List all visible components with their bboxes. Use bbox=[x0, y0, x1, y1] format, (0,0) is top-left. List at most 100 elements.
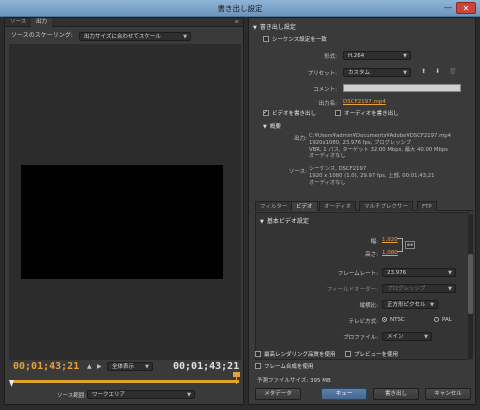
source-range-value: ワークエリア bbox=[92, 392, 126, 398]
minimize-button[interactable]: — bbox=[441, 2, 455, 14]
output-name-label: 出力名: bbox=[318, 101, 337, 107]
estimated-filesize: 予測ファイルサイズ: 395 MB bbox=[257, 376, 331, 384]
checkbox-icon bbox=[255, 350, 261, 357]
summary-output-line: 1920x1080, 23.976 fps, プログレッシブ bbox=[309, 139, 412, 146]
summary-source-block: シーケンス, DSCF2197 1920 x 1080 (1.0), 29.97… bbox=[309, 166, 469, 186]
summary-source-label: ソース: bbox=[288, 169, 307, 175]
export-audio-label: オーディオを書き出し bbox=[344, 111, 399, 117]
tab-source[interactable]: ソース bbox=[5, 18, 31, 27]
metadata-button[interactable]: メタデータ bbox=[255, 388, 301, 400]
scaling-label: ソースのスケーリング: bbox=[11, 32, 73, 39]
tab-output[interactable]: 出力 bbox=[31, 18, 53, 27]
radio-icon bbox=[434, 317, 439, 322]
framerate-dropdown[interactable]: 23.976 ▼ bbox=[382, 268, 456, 277]
export-settings-section[interactable]: ▼ 書き出し設定 bbox=[253, 23, 296, 32]
checkbox-icon bbox=[335, 109, 341, 116]
summary-source-line: オーディオなし bbox=[309, 179, 346, 186]
summary-output-line: オーディオなし bbox=[309, 153, 346, 160]
export-video-checkbox[interactable]: ビデオを書き出し bbox=[263, 108, 317, 119]
summary-source-line: シーケンス, DSCF2197 bbox=[309, 166, 367, 172]
timeline-scrubber[interactable] bbox=[9, 372, 240, 387]
source-range-dropdown[interactable]: ワークエリア ▼ bbox=[87, 390, 195, 399]
basic-video-section[interactable]: ▼ 基本ビデオ設定 bbox=[260, 217, 309, 226]
tab-video[interactable]: ビデオ bbox=[291, 201, 318, 211]
height-label: 高さ: bbox=[365, 252, 378, 258]
pal-radio[interactable]: PAL bbox=[434, 316, 452, 323]
triangle-down-icon: ▼ bbox=[263, 124, 267, 130]
playhead-icon[interactable] bbox=[233, 372, 240, 384]
match-sequence-label: シーケンス設定を一致 bbox=[272, 37, 327, 43]
chain-link-icon[interactable]: ⊕⊕ bbox=[405, 241, 415, 249]
save-preset-icon[interactable]: ⬆ bbox=[421, 68, 426, 75]
max-render-checkbox[interactable]: 最高レンダリング品質を使用 bbox=[255, 350, 336, 360]
checkbox-icon bbox=[345, 350, 351, 357]
cancel-button[interactable]: キャンセル bbox=[425, 388, 471, 400]
export-video-label: ビデオを書き出し bbox=[272, 111, 317, 117]
summary-section[interactable]: ▼ 概要 bbox=[263, 123, 281, 132]
tab-multiplexer[interactable]: マルチプレクサー bbox=[359, 201, 414, 211]
work-area-bar bbox=[11, 380, 239, 383]
chevron-down-icon: ▼ bbox=[430, 302, 434, 308]
set-in-icon[interactable]: ▲ bbox=[87, 363, 92, 370]
import-preset-icon[interactable]: ⬇ bbox=[435, 68, 440, 75]
ntsc-label: NTSC bbox=[390, 317, 405, 323]
pal-label: PAL bbox=[442, 317, 452, 323]
use-preview-checkbox[interactable]: プレビューを使用 bbox=[345, 350, 398, 360]
summary-output-block: C:¥Users¥admin¥Documents¥Adobe¥DSCF2197.… bbox=[309, 133, 469, 160]
aspect-dropdown[interactable]: 正方形ピクセル ▼ bbox=[382, 300, 438, 309]
export-settings-heading: 書き出し設定 bbox=[259, 24, 296, 31]
summary-source-line: 1920 x 1080 (1.0), 29.97 fps, 上部, 00;01;… bbox=[309, 172, 435, 179]
delete-preset-icon[interactable]: 🗑 bbox=[449, 68, 457, 75]
profile-label: プロファイル: bbox=[343, 335, 378, 341]
zoom-dropdown[interactable]: 全体表示 ▼ bbox=[107, 362, 153, 371]
preview-area bbox=[9, 44, 241, 360]
summary-output-label: 出力: bbox=[294, 136, 307, 142]
format-dropdown[interactable]: H.264 ▼ bbox=[343, 51, 411, 60]
settings-scrollbar[interactable] bbox=[468, 214, 473, 359]
chevron-down-icon: ▼ bbox=[183, 34, 187, 40]
comment-input[interactable] bbox=[343, 84, 461, 92]
chevron-down-icon: ▼ bbox=[187, 392, 191, 398]
width-label: 幅: bbox=[370, 239, 378, 245]
chevron-down-icon: ▼ bbox=[145, 364, 149, 370]
framerate-label: フレームレート: bbox=[337, 271, 378, 277]
output-name-link[interactable]: DSCF2197.mp4 bbox=[343, 99, 386, 105]
video-settings-area: ▼ 基本ビデオ設定 幅: 1,920 高さ: 1,080 フレームレート: 23.… bbox=[255, 212, 469, 360]
match-sequence-checkbox[interactable]: シーケンス設定を一致 bbox=[263, 35, 327, 45]
height-value[interactable]: 1,080 bbox=[382, 250, 398, 256]
frame-blend-checkbox[interactable]: フレーム合成を使用 bbox=[255, 362, 313, 372]
preset-value: カスタム bbox=[348, 70, 371, 76]
fieldorder-dropdown[interactable]: プログレッシブ ▼ bbox=[382, 284, 456, 293]
profile-dropdown[interactable]: メイン ▼ bbox=[382, 332, 432, 341]
format-label: 形式: bbox=[324, 54, 337, 60]
title-bar: 書き出し設定 — ✕ bbox=[0, 0, 480, 17]
fieldorder-label: フィールドオーダー: bbox=[326, 287, 378, 293]
profile-value: メイン bbox=[387, 334, 404, 340]
tvstandard-label: テレビ方式: bbox=[348, 319, 378, 325]
export-audio-checkbox[interactable]: オーディオを書き出し bbox=[335, 109, 399, 119]
format-value: H.264 bbox=[348, 53, 365, 59]
chevron-down-icon: ▼ bbox=[448, 270, 452, 276]
zoom-value: 全体表示 bbox=[112, 364, 135, 370]
tab-audio[interactable]: オーディオ bbox=[319, 201, 357, 211]
tab-filters[interactable]: フィルター bbox=[255, 201, 293, 211]
scaling-dropdown[interactable]: 出力サイズに合わせてスケール ▼ bbox=[79, 32, 191, 41]
export-button[interactable]: 書き出し bbox=[373, 388, 419, 400]
width-value[interactable]: 1,920 bbox=[382, 237, 398, 243]
tab-ftp[interactable]: FTP bbox=[417, 201, 437, 211]
panel-tabs: ソース 出力 ≡ bbox=[5, 18, 243, 27]
preset-dropdown[interactable]: カスタム ▼ bbox=[343, 68, 411, 77]
triangle-down-icon: ▼ bbox=[253, 25, 257, 31]
in-point-marker[interactable] bbox=[9, 376, 14, 387]
set-out-icon[interactable]: ▶ bbox=[97, 363, 102, 370]
duration-timecode: 00;01;43;21 bbox=[173, 361, 240, 372]
ntsc-radio[interactable]: NTSC bbox=[382, 316, 405, 323]
basic-video-heading: 基本ビデオ設定 bbox=[266, 218, 309, 225]
current-timecode[interactable]: 00;01;43;21 bbox=[13, 361, 79, 372]
scrollbar-thumb[interactable] bbox=[468, 254, 473, 314]
max-render-label: 最高レンダリング品質を使用 bbox=[264, 352, 336, 358]
queue-button[interactable]: キュー bbox=[321, 388, 367, 400]
close-button[interactable]: ✕ bbox=[456, 2, 476, 14]
panel-menu-icon[interactable]: ≡ bbox=[234, 18, 239, 27]
export-settings-panel: ▼ 書き出し設定 シーケンス設定を一致 形式: H.264 ▼ プリセット: カス… bbox=[248, 17, 476, 405]
